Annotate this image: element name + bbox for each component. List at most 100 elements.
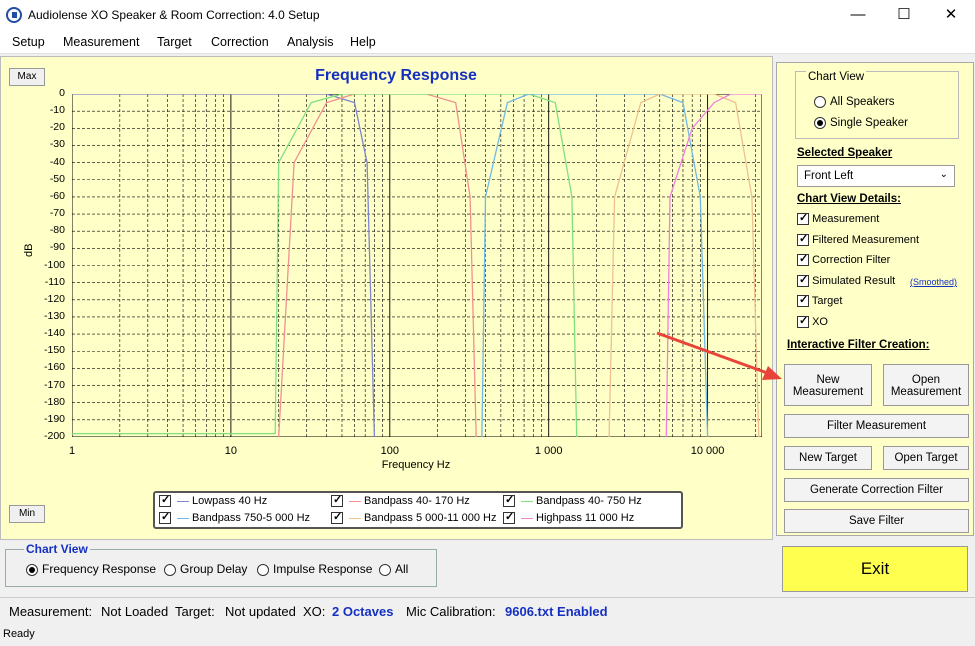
status-bar: Measurement: Not Loaded Target: Not upda… — [0, 597, 975, 623]
radio-frequency-response[interactable]: Frequency Response — [26, 562, 156, 576]
legend-lowpass[interactable]: Lowpass 40 Hz — [159, 493, 268, 511]
checkbox[interactable] — [797, 314, 809, 329]
radio-icon[interactable] — [814, 96, 826, 108]
detail-correction-filter[interactable]: Correction Filter — [797, 252, 890, 267]
min-button[interactable]: Min — [9, 505, 45, 523]
legend-checkbox[interactable] — [331, 493, 343, 508]
legend-highpass[interactable]: Highpass 11 000 Hz — [503, 510, 635, 528]
status-target-label: Target: — [175, 604, 215, 619]
y-tick-label: -80 — [49, 224, 65, 237]
status-target-value: Not updated — [225, 604, 296, 619]
menu-help[interactable]: Help — [350, 35, 376, 49]
legend-checkbox[interactable] — [331, 510, 343, 525]
menu-measurement[interactable]: Measurement — [63, 35, 139, 49]
legend-checkbox[interactable] — [503, 510, 515, 525]
save-filter-button[interactable]: Save Filter — [784, 509, 969, 533]
new-measurement-button[interactable]: New Measurement — [784, 364, 872, 406]
new-target-button[interactable]: New Target — [784, 446, 872, 470]
radio-all-speakers[interactable]: All Speakers — [814, 96, 895, 108]
menu-analysis[interactable]: Analysis — [287, 35, 334, 49]
y-tick-label: -140 — [43, 327, 65, 340]
x-tick-label: 10 000 — [690, 445, 725, 457]
legend-checkbox[interactable] — [159, 493, 171, 508]
legend-bandpass-750-5000[interactable]: Bandpass 750-5 000 Hz — [159, 510, 311, 528]
checkbox[interactable] — [797, 293, 809, 308]
x-tick-label: 100 — [380, 445, 399, 457]
legend-bandpass-5000-11000[interactable]: Bandpass 5 000-11 000 Hz — [331, 510, 497, 528]
status-ready: Ready — [3, 628, 35, 640]
status-measurement-value: Not Loaded — [101, 604, 169, 619]
checkbox-label: Target — [811, 295, 843, 307]
y-axis-label: dB — [23, 243, 35, 257]
checkbox[interactable] — [797, 273, 809, 288]
y-tick-label: -40 — [49, 155, 65, 168]
detail-measurement[interactable]: Measurement — [797, 211, 880, 226]
bottom-chart-view-group: Chart View Frequency Response Group Dela… — [5, 542, 437, 587]
checkbox-label: Measurement — [812, 213, 880, 225]
detail-simulated-result[interactable]: Simulated Result — [797, 273, 895, 288]
speaker-select-value: Front Left — [804, 170, 854, 182]
radio-impulse-response[interactable]: Impulse Response — [257, 562, 372, 576]
detail-xo[interactable]: XO — [797, 314, 828, 329]
radio-icon[interactable] — [26, 563, 38, 576]
interactive-filter-heading: Interactive Filter Creation: — [787, 339, 930, 351]
menu-target[interactable]: Target — [157, 35, 192, 49]
chevron-down-icon: ⌄ — [939, 169, 948, 180]
chart-title: Frequency Response — [315, 67, 477, 84]
y-tick-label: -20 — [49, 121, 65, 134]
smoothed-link[interactable]: (Smoothed) — [910, 277, 957, 287]
radio-icon[interactable] — [164, 563, 176, 576]
button-label-line2: Measurement — [890, 386, 962, 398]
menu-correction[interactable]: Correction — [211, 35, 269, 49]
legend-bandpass-40-170[interactable]: Bandpass 40- 170 Hz — [331, 493, 470, 511]
close-button[interactable]: ✕ — [928, 0, 974, 30]
button-label-line1: New — [816, 374, 840, 386]
radio-label: Single Speaker — [830, 117, 908, 130]
status-xo-label: XO: — [303, 604, 326, 619]
detail-filtered-measurement[interactable]: Filtered Measurement — [797, 232, 920, 247]
menu-bar: Setup Measurement Target Correction Anal… — [0, 30, 975, 54]
checkbox[interactable] — [797, 211, 809, 226]
radio-icon[interactable] — [379, 563, 391, 576]
radio-icon[interactable] — [814, 117, 826, 129]
legend-label: Highpass 11 000 Hz — [536, 512, 635, 524]
y-tick-label: -190 — [43, 412, 65, 425]
y-tick-label: 0 — [59, 87, 65, 99]
detail-target[interactable]: Target — [797, 293, 843, 308]
menu-setup[interactable]: Setup — [12, 35, 45, 49]
radio-group-delay[interactable]: Group Delay — [164, 562, 247, 576]
legend-checkbox[interactable] — [159, 510, 171, 525]
button-label-line2: Measurement — [792, 386, 864, 398]
speaker-select[interactable]: Front Left ⌄ — [797, 165, 955, 187]
y-tick-label: -10 — [49, 104, 65, 117]
radio-icon[interactable] — [257, 563, 269, 576]
legend-label: Lowpass 40 Hz — [192, 495, 268, 507]
minimize-button[interactable]: — — [835, 0, 881, 30]
chart-view-group: Chart View All Speakers Single Speaker — [795, 71, 959, 139]
filter-measurement-button[interactable]: Filter Measurement — [784, 414, 969, 438]
frequency-response-plot[interactable] — [72, 94, 762, 437]
y-tick-label: -180 — [43, 395, 65, 408]
open-target-button[interactable]: Open Target — [883, 446, 969, 470]
radio-all[interactable]: All — [379, 562, 408, 576]
legend-bandpass-40-750[interactable]: Bandpass 40- 750 Hz — [503, 493, 642, 511]
legend-label: Bandpass 5 000-11 000 Hz — [364, 512, 497, 524]
y-tick-label: -110 — [44, 275, 65, 288]
maximize-button[interactable]: ☐ — [881, 0, 927, 30]
checkbox-label: XO — [812, 316, 828, 328]
checkbox[interactable] — [797, 232, 809, 247]
generate-correction-filter-button[interactable]: Generate Correction Filter — [784, 478, 969, 502]
exit-button[interactable]: Exit — [782, 546, 968, 592]
radio-single-speaker[interactable]: Single Speaker — [814, 117, 908, 129]
checkbox-label: Filtered Measurement — [812, 234, 920, 246]
legend-swatch — [349, 517, 361, 519]
checkbox[interactable] — [797, 252, 809, 267]
y-tick-label: -170 — [43, 378, 65, 391]
legend-checkbox[interactable] — [503, 493, 515, 508]
open-measurement-button[interactable]: Open Measurement — [883, 364, 969, 406]
status-xo-value: 2 Octaves — [332, 604, 394, 619]
app-logo-icon — [6, 7, 22, 23]
legend-label: Bandpass 750-5 000 Hz — [192, 512, 311, 524]
max-button[interactable]: Max — [9, 68, 45, 86]
bottom-chart-view-title: Chart View — [24, 542, 90, 556]
